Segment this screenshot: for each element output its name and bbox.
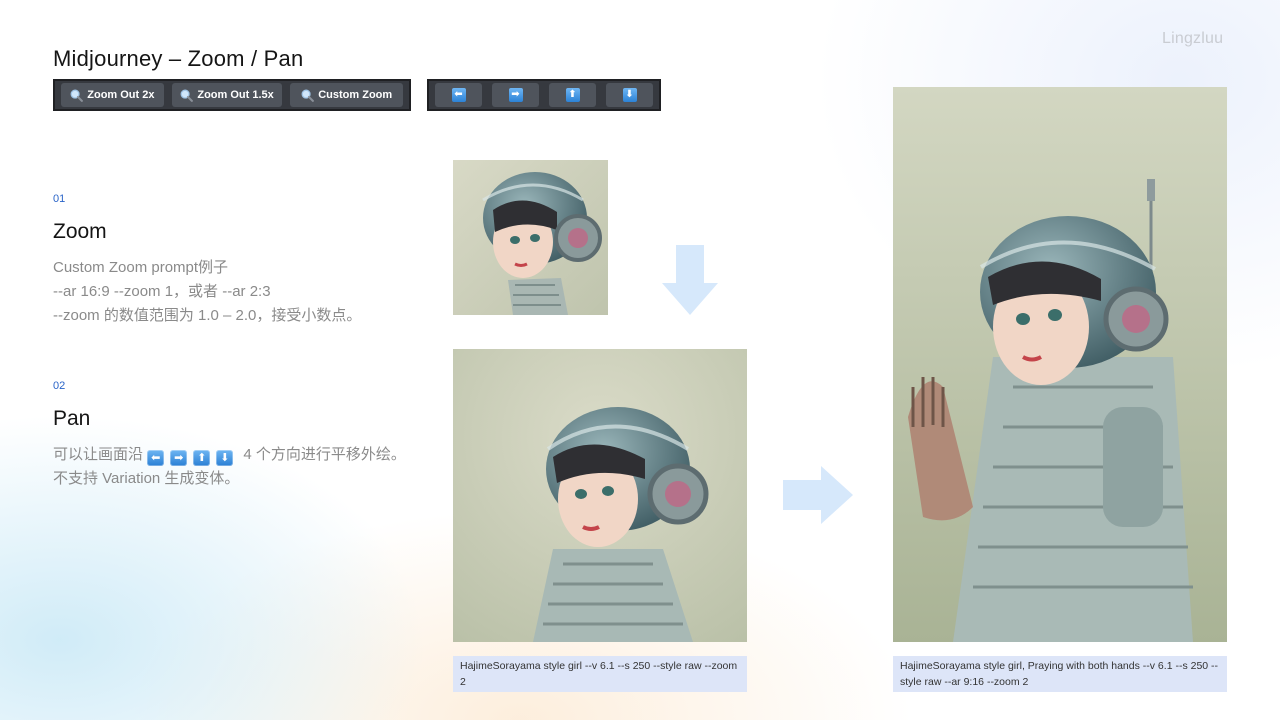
zoom-line-1: Custom Zoom prompt例子 xyxy=(53,259,229,276)
section-zoom-body: Custom Zoom prompt例子 --ar 16:9 --zoom 1，… xyxy=(53,256,433,328)
zoom-out-2x-label: Zoom Out 2x xyxy=(87,89,155,101)
arrow-right-icon xyxy=(783,466,853,524)
arrow-up-icon: ⬆ xyxy=(565,88,580,102)
magnifier-icon xyxy=(70,89,84,102)
zoom-out-1-5x-label: Zoom Out 1.5x xyxy=(197,89,274,101)
arrow-left-icon: ⬅ xyxy=(147,450,165,466)
arrow-down-icon: ⬇ xyxy=(622,88,637,102)
original-image xyxy=(453,160,608,315)
zoom-result-image xyxy=(453,349,747,642)
section-pan-title: Pan xyxy=(53,407,91,430)
pan-button-bar: ⬅ ➡ ⬆ ⬇ xyxy=(427,79,661,111)
brand-logo-text: Lingzluu xyxy=(1162,30,1224,47)
section-zoom-title: Zoom xyxy=(53,220,107,243)
pan-line-1-suffix: 4 个方向进行平移外绘。 xyxy=(243,446,406,463)
pan-right-button[interactable]: ➡ xyxy=(492,83,539,107)
custom-zoom-button[interactable]: Custom Zoom xyxy=(290,83,403,107)
pan-down-button[interactable]: ⬇ xyxy=(606,83,653,107)
page-title: Midjourney – Zoom / Pan xyxy=(53,46,304,71)
arrow-right-icon: ➡ xyxy=(508,88,523,102)
pan-left-button[interactable]: ⬅ xyxy=(435,83,482,107)
zoom-out-1-5x-button[interactable]: Zoom Out 1.5x xyxy=(171,83,283,107)
arrow-down-icon xyxy=(662,245,718,315)
arrow-up-icon: ⬆ xyxy=(193,450,211,466)
custom-zoom-label: Custom Zoom xyxy=(318,89,393,101)
section-zoom-number: 01 xyxy=(53,193,66,205)
zoom-button-bar: Zoom Out 2x Zoom Out 1.5x Custom Zoom xyxy=(53,79,411,111)
pan-prompt-caption: HajimeSorayama style girl, Praying with … xyxy=(893,656,1227,692)
arrow-down-icon: ⬇ xyxy=(216,450,234,466)
arrow-right-icon: ➡ xyxy=(170,450,188,466)
arrow-left-icon: ⬅ xyxy=(451,88,466,102)
pan-line-1: 可以让画面沿 ⬅ ➡ ⬆ ⬇ 4 个方向进行平移外绘。 xyxy=(53,443,413,467)
magnifier-icon xyxy=(301,89,315,102)
zoom-line-3: --zoom 的数值范围为 1.0 – 2.0，接受小数点。 xyxy=(53,307,362,324)
pan-line-2: 不支持 Variation 生成变体。 xyxy=(53,470,240,487)
pan-line-1-prefix: 可以让画面沿 xyxy=(53,446,144,463)
pan-up-button[interactable]: ⬆ xyxy=(549,83,596,107)
zoom-out-2x-button[interactable]: Zoom Out 2x xyxy=(61,83,164,107)
pan-result-image xyxy=(893,87,1227,642)
magnifier-icon xyxy=(180,89,194,102)
zoom-prompt-caption: HajimeSorayama style girl --v 6.1 --s 25… xyxy=(453,656,747,692)
zoom-line-2: --ar 16:9 --zoom 1，或者 --ar 2:3 xyxy=(53,283,271,300)
section-pan-number: 02 xyxy=(53,380,66,392)
section-pan-body: 可以让画面沿 ⬅ ➡ ⬆ ⬇ 4 个方向进行平移外绘。 不支持 Variation 生… xyxy=(53,443,413,491)
